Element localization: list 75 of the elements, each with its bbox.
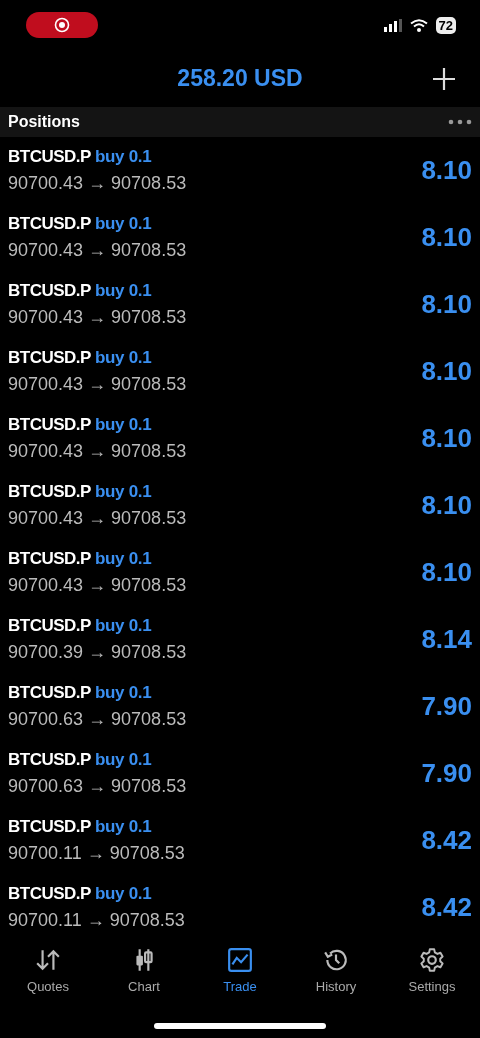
symbol-label: BTCUSD.P: [8, 883, 91, 906]
tab-button[interactable]: History: [288, 947, 384, 997]
order-side-label: buy 0.1: [94, 682, 152, 705]
profit-value: 8.10: [421, 154, 472, 187]
position-row[interactable]: BTCUSD.P buy 0.1 90700.63 → 90708.53 7.90: [0, 673, 480, 740]
position-row[interactable]: BTCUSD.P buy 0.1 90700.43 → 90708.53 8.10: [0, 137, 480, 204]
symbol-label: BTCUSD.P: [8, 280, 91, 303]
order-side-label: buy 0.1: [94, 548, 152, 571]
order-side-label: buy 0.1: [94, 481, 152, 504]
tab-button[interactable]: Settings: [384, 947, 480, 997]
profit-value: 8.42: [421, 891, 472, 924]
profit-value: 8.42: [421, 824, 472, 857]
symbol-label: BTCUSD.P: [8, 146, 91, 169]
symbol-label: BTCUSD.P: [8, 548, 91, 571]
tab-button[interactable]: Trade: [192, 947, 288, 997]
order-side-label: buy 0.1: [94, 146, 152, 169]
profit-value: 8.10: [421, 556, 472, 589]
wifi-icon: [409, 18, 428, 32]
line-chart-icon: [227, 947, 253, 974]
symbol-label: BTCUSD.P: [8, 347, 91, 370]
profit-value: 7.90: [421, 690, 472, 723]
order-side-label: buy 0.1: [94, 883, 152, 906]
position-row[interactable]: BTCUSD.P buy 0.1 90700.39 → 90708.53 8.14: [0, 606, 480, 673]
position-row[interactable]: BTCUSD.P buy 0.1 90700.11 → 90708.53 8.42: [0, 874, 480, 941]
more-button[interactable]: [448, 119, 472, 125]
position-row[interactable]: BTCUSD.P buy 0.1 90700.43 → 90708.53 8.10: [0, 204, 480, 271]
profit-value: 8.10: [421, 288, 472, 321]
profit-value: 8.10: [421, 221, 472, 254]
profit-value: 7.90: [421, 757, 472, 790]
position-row[interactable]: BTCUSD.P buy 0.1 90700.43 → 90708.53 8.10: [0, 539, 480, 606]
price-range-label: 90700.43 → 90708.53: [8, 506, 187, 530]
profit-value: 8.10: [421, 422, 472, 455]
tab-button[interactable]: Chart: [96, 947, 192, 997]
signal-icon: [383, 18, 402, 32]
price-range-label: 90700.11 → 90708.53: [8, 908, 185, 932]
price-range-label: 90700.63 → 90708.53: [8, 774, 187, 798]
symbol-label: BTCUSD.P: [8, 615, 91, 638]
symbol-label: BTCUSD.P: [8, 749, 91, 772]
position-row[interactable]: BTCUSD.P buy 0.1 90700.43 → 90708.53 8.10: [0, 405, 480, 472]
position-row[interactable]: BTCUSD.P buy 0.1 90700.11 → 90708.53 8.42: [0, 807, 480, 874]
price-range-label: 90700.43 → 90708.53: [8, 305, 187, 329]
position-row[interactable]: BTCUSD.P buy 0.1 90700.63 → 90708.53 7.90: [0, 740, 480, 807]
position-row[interactable]: BTCUSD.P buy 0.1 90700.43 → 90708.53 8.10: [0, 271, 480, 338]
record-icon: [54, 17, 70, 33]
section-title: Positions: [8, 112, 80, 132]
position-row[interactable]: BTCUSD.P buy 0.1 90700.43 → 90708.53 8.10: [0, 472, 480, 539]
price-range-label: 90700.11 → 90708.53: [8, 841, 185, 865]
position-row[interactable]: BTCUSD.P buy 0.1 90700.43 → 90708.53 8.10: [0, 338, 480, 405]
order-side-label: buy 0.1: [94, 280, 152, 303]
battery-level: 72: [435, 16, 456, 34]
symbol-label: BTCUSD.P: [8, 682, 91, 705]
settings-icon: [419, 947, 445, 974]
order-side-label: buy 0.1: [94, 749, 152, 772]
tab-button[interactable]: Quotes: [0, 947, 96, 997]
price-range-label: 90700.43 → 90708.53: [8, 439, 187, 463]
order-side-label: buy 0.1: [94, 615, 152, 638]
price-range-label: 90700.63 → 90708.53: [8, 707, 187, 731]
price-range-label: 90700.43 → 90708.53: [8, 238, 187, 262]
profit-value: 8.10: [421, 355, 472, 388]
order-side-label: buy 0.1: [94, 816, 152, 839]
balance-title: 258.20 USD: [177, 64, 303, 94]
symbol-label: BTCUSD.P: [8, 481, 91, 504]
symbol-label: BTCUSD.P: [8, 816, 91, 839]
price-range-label: 90700.43 → 90708.53: [8, 372, 187, 396]
profit-value: 8.14: [421, 623, 472, 656]
add-button[interactable]: [432, 66, 456, 91]
symbol-label: BTCUSD.P: [8, 414, 91, 437]
price-range-label: 90700.43 → 90708.53: [8, 573, 187, 597]
profit-value: 8.10: [421, 489, 472, 522]
price-range-label: 90700.39 → 90708.53: [8, 640, 187, 664]
symbol-label: BTCUSD.P: [8, 213, 91, 236]
order-side-label: buy 0.1: [94, 414, 152, 437]
price-range-label: 90700.43 → 90708.53: [8, 171, 187, 195]
order-side-label: buy 0.1: [94, 347, 152, 370]
order-side-label: buy 0.1: [94, 213, 152, 236]
